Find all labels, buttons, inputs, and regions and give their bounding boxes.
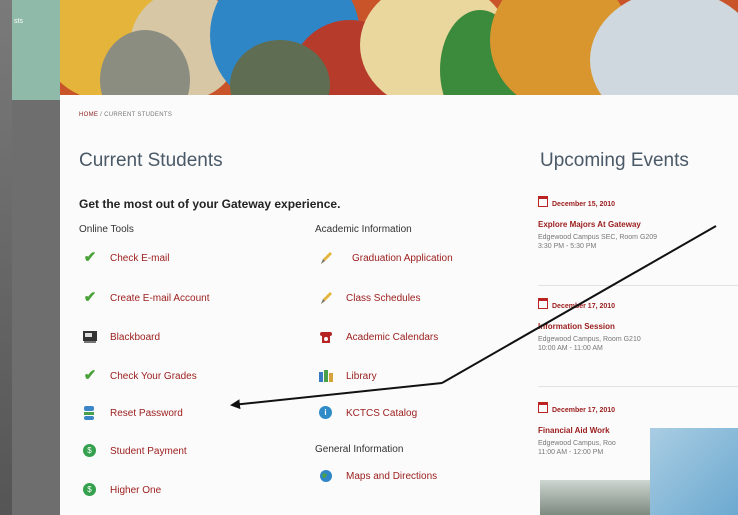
annotation-arrows (230, 225, 717, 410)
annotation-arrow-line (441, 225, 717, 384)
annotation-arrow (230, 382, 443, 410)
